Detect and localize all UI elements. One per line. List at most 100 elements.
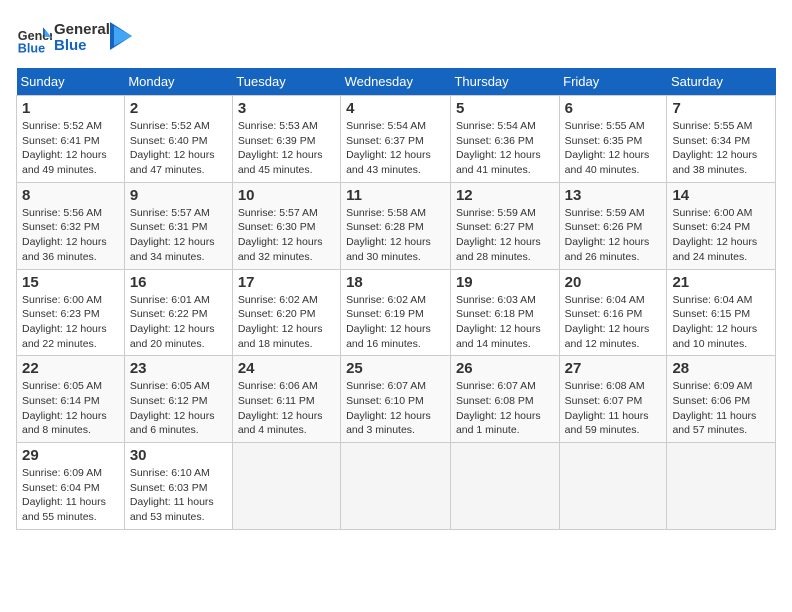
logo-arrow-icon bbox=[110, 22, 132, 50]
col-header-friday: Friday bbox=[559, 68, 667, 96]
day-info: Sunrise: 6:00 AM Sunset: 6:24 PM Dayligh… bbox=[672, 206, 770, 265]
day-info: Sunrise: 5:59 AM Sunset: 6:27 PM Dayligh… bbox=[456, 206, 554, 265]
day-number: 22 bbox=[22, 360, 119, 377]
calendar-cell bbox=[232, 443, 340, 530]
calendar-cell: 27 Sunrise: 6:08 AM Sunset: 6:07 PM Dayl… bbox=[559, 356, 667, 443]
day-info: Sunrise: 5:55 AM Sunset: 6:35 PM Dayligh… bbox=[565, 119, 662, 178]
logo-general: General bbox=[54, 22, 110, 39]
calendar-cell bbox=[450, 443, 559, 530]
calendar-cell: 13 Sunrise: 5:59 AM Sunset: 6:26 PM Dayl… bbox=[559, 182, 667, 269]
calendar-row-3: 15 Sunrise: 6:00 AM Sunset: 6:23 PM Dayl… bbox=[17, 269, 776, 356]
day-info: Sunrise: 5:57 AM Sunset: 6:31 PM Dayligh… bbox=[130, 206, 227, 265]
col-header-sunday: Sunday bbox=[17, 68, 125, 96]
calendar-cell: 9 Sunrise: 5:57 AM Sunset: 6:31 PM Dayli… bbox=[124, 182, 232, 269]
calendar-cell: 7 Sunrise: 5:55 AM Sunset: 6:34 PM Dayli… bbox=[667, 96, 776, 183]
day-number: 26 bbox=[456, 360, 554, 377]
day-info: Sunrise: 5:58 AM Sunset: 6:28 PM Dayligh… bbox=[346, 206, 445, 265]
logo-icon: General Blue bbox=[16, 20, 52, 56]
day-info: Sunrise: 6:02 AM Sunset: 6:20 PM Dayligh… bbox=[238, 293, 335, 352]
calendar-cell bbox=[341, 443, 451, 530]
day-info: Sunrise: 6:05 AM Sunset: 6:14 PM Dayligh… bbox=[22, 379, 119, 438]
calendar-cell: 26 Sunrise: 6:07 AM Sunset: 6:08 PM Dayl… bbox=[450, 356, 559, 443]
calendar-cell: 8 Sunrise: 5:56 AM Sunset: 6:32 PM Dayli… bbox=[17, 182, 125, 269]
calendar-cell: 5 Sunrise: 5:54 AM Sunset: 6:36 PM Dayli… bbox=[450, 96, 559, 183]
calendar-cell: 19 Sunrise: 6:03 AM Sunset: 6:18 PM Dayl… bbox=[450, 269, 559, 356]
calendar-row-4: 22 Sunrise: 6:05 AM Sunset: 6:14 PM Dayl… bbox=[17, 356, 776, 443]
calendar-cell bbox=[667, 443, 776, 530]
day-info: Sunrise: 6:07 AM Sunset: 6:10 PM Dayligh… bbox=[346, 379, 445, 438]
calendar-cell: 6 Sunrise: 5:55 AM Sunset: 6:35 PM Dayli… bbox=[559, 96, 667, 183]
calendar-cell: 30 Sunrise: 6:10 AM Sunset: 6:03 PM Dayl… bbox=[124, 443, 232, 530]
day-number: 24 bbox=[238, 360, 335, 377]
calendar-cell: 17 Sunrise: 6:02 AM Sunset: 6:20 PM Dayl… bbox=[232, 269, 340, 356]
day-number: 28 bbox=[672, 360, 770, 377]
day-info: Sunrise: 6:06 AM Sunset: 6:11 PM Dayligh… bbox=[238, 379, 335, 438]
day-info: Sunrise: 5:59 AM Sunset: 6:26 PM Dayligh… bbox=[565, 206, 662, 265]
day-info: Sunrise: 6:02 AM Sunset: 6:19 PM Dayligh… bbox=[346, 293, 445, 352]
svg-text:Blue: Blue bbox=[18, 41, 45, 55]
day-number: 2 bbox=[130, 100, 227, 117]
day-number: 5 bbox=[456, 100, 554, 117]
day-number: 27 bbox=[565, 360, 662, 377]
calendar-cell: 25 Sunrise: 6:07 AM Sunset: 6:10 PM Dayl… bbox=[341, 356, 451, 443]
day-info: Sunrise: 6:03 AM Sunset: 6:18 PM Dayligh… bbox=[456, 293, 554, 352]
logo-blue: Blue bbox=[54, 38, 110, 55]
day-number: 1 bbox=[22, 100, 119, 117]
calendar-cell: 3 Sunrise: 5:53 AM Sunset: 6:39 PM Dayli… bbox=[232, 96, 340, 183]
day-info: Sunrise: 6:08 AM Sunset: 6:07 PM Dayligh… bbox=[565, 379, 662, 438]
day-info: Sunrise: 5:57 AM Sunset: 6:30 PM Dayligh… bbox=[238, 206, 335, 265]
day-info: Sunrise: 6:04 AM Sunset: 6:16 PM Dayligh… bbox=[565, 293, 662, 352]
day-info: Sunrise: 6:05 AM Sunset: 6:12 PM Dayligh… bbox=[130, 379, 227, 438]
calendar-cell: 22 Sunrise: 6:05 AM Sunset: 6:14 PM Dayl… bbox=[17, 356, 125, 443]
day-number: 11 bbox=[346, 187, 445, 204]
calendar-cell: 10 Sunrise: 5:57 AM Sunset: 6:30 PM Dayl… bbox=[232, 182, 340, 269]
day-number: 20 bbox=[565, 274, 662, 291]
day-number: 17 bbox=[238, 274, 335, 291]
day-number: 8 bbox=[22, 187, 119, 204]
calendar-cell: 21 Sunrise: 6:04 AM Sunset: 6:15 PM Dayl… bbox=[667, 269, 776, 356]
day-number: 7 bbox=[672, 100, 770, 117]
day-number: 30 bbox=[130, 447, 227, 464]
day-number: 16 bbox=[130, 274, 227, 291]
day-number: 12 bbox=[456, 187, 554, 204]
day-number: 6 bbox=[565, 100, 662, 117]
day-number: 9 bbox=[130, 187, 227, 204]
calendar-cell: 28 Sunrise: 6:09 AM Sunset: 6:06 PM Dayl… bbox=[667, 356, 776, 443]
col-header-tuesday: Tuesday bbox=[232, 68, 340, 96]
day-number: 18 bbox=[346, 274, 445, 291]
calendar-cell: 20 Sunrise: 6:04 AM Sunset: 6:16 PM Dayl… bbox=[559, 269, 667, 356]
page-header: General Blue General Blue bbox=[16, 16, 776, 56]
col-header-wednesday: Wednesday bbox=[341, 68, 451, 96]
calendar-cell: 29 Sunrise: 6:09 AM Sunset: 6:04 PM Dayl… bbox=[17, 443, 125, 530]
calendar-cell: 23 Sunrise: 6:05 AM Sunset: 6:12 PM Dayl… bbox=[124, 356, 232, 443]
day-number: 29 bbox=[22, 447, 119, 464]
day-info: Sunrise: 6:01 AM Sunset: 6:22 PM Dayligh… bbox=[130, 293, 227, 352]
col-header-monday: Monday bbox=[124, 68, 232, 96]
col-header-saturday: Saturday bbox=[667, 68, 776, 96]
col-header-thursday: Thursday bbox=[450, 68, 559, 96]
logo: General Blue General Blue bbox=[16, 20, 132, 56]
day-info: Sunrise: 6:00 AM Sunset: 6:23 PM Dayligh… bbox=[22, 293, 119, 352]
day-number: 10 bbox=[238, 187, 335, 204]
day-info: Sunrise: 6:04 AM Sunset: 6:15 PM Dayligh… bbox=[672, 293, 770, 352]
day-info: Sunrise: 5:52 AM Sunset: 6:40 PM Dayligh… bbox=[130, 119, 227, 178]
calendar-cell: 14 Sunrise: 6:00 AM Sunset: 6:24 PM Dayl… bbox=[667, 182, 776, 269]
day-number: 14 bbox=[672, 187, 770, 204]
day-info: Sunrise: 5:53 AM Sunset: 6:39 PM Dayligh… bbox=[238, 119, 335, 178]
day-number: 15 bbox=[22, 274, 119, 291]
day-number: 19 bbox=[456, 274, 554, 291]
day-number: 21 bbox=[672, 274, 770, 291]
day-number: 25 bbox=[346, 360, 445, 377]
day-info: Sunrise: 5:54 AM Sunset: 6:36 PM Dayligh… bbox=[456, 119, 554, 178]
calendar-cell: 18 Sunrise: 6:02 AM Sunset: 6:19 PM Dayl… bbox=[341, 269, 451, 356]
calendar-row-5: 29 Sunrise: 6:09 AM Sunset: 6:04 PM Dayl… bbox=[17, 443, 776, 530]
calendar-row-2: 8 Sunrise: 5:56 AM Sunset: 6:32 PM Dayli… bbox=[17, 182, 776, 269]
calendar-cell: 16 Sunrise: 6:01 AM Sunset: 6:22 PM Dayl… bbox=[124, 269, 232, 356]
calendar-cell: 4 Sunrise: 5:54 AM Sunset: 6:37 PM Dayli… bbox=[341, 96, 451, 183]
calendar-table: SundayMondayTuesdayWednesdayThursdayFrid… bbox=[16, 68, 776, 530]
calendar-cell: 15 Sunrise: 6:00 AM Sunset: 6:23 PM Dayl… bbox=[17, 269, 125, 356]
calendar-cell: 2 Sunrise: 5:52 AM Sunset: 6:40 PM Dayli… bbox=[124, 96, 232, 183]
day-info: Sunrise: 5:54 AM Sunset: 6:37 PM Dayligh… bbox=[346, 119, 445, 178]
calendar-row-1: 1 Sunrise: 5:52 AM Sunset: 6:41 PM Dayli… bbox=[17, 96, 776, 183]
calendar-cell: 11 Sunrise: 5:58 AM Sunset: 6:28 PM Dayl… bbox=[341, 182, 451, 269]
